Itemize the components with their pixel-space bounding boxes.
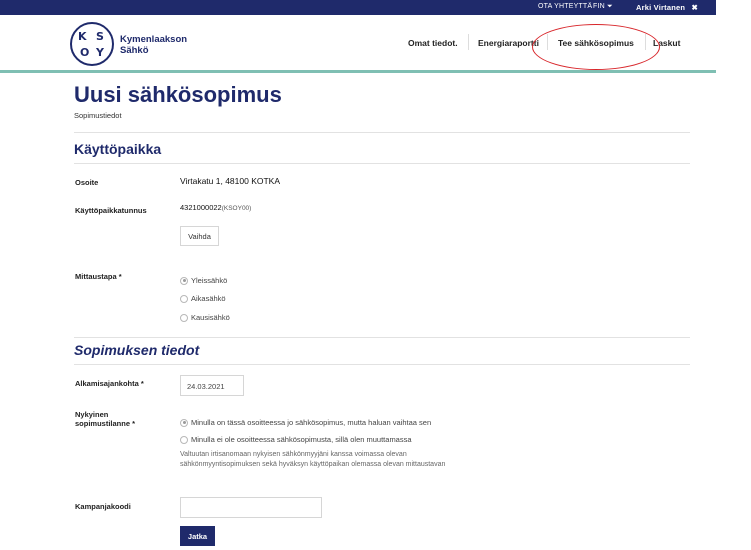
contact-link[interactable]: OTA YHTEYTTÄ [538,3,592,10]
language-selector[interactable]: FIN ⏷ [593,3,613,11]
metering-label: Mittaustapa * [75,272,122,281]
divider [74,337,690,338]
logo-letter-o: O [80,46,90,59]
radio-icon[interactable] [180,313,188,322]
contract-situation-label: Nykyinen sopimustilanne * [75,410,136,428]
usage-place-heading: Käyttöpaikka [74,141,162,157]
top-utility-bar: OTA YHTEYTTÄ FIN ⏷ Arki Virtanen ✖ [0,0,716,15]
contract-details-heading: Sopimuksen tiedot [74,342,200,358]
change-usage-place-button[interactable]: Vaihda [180,226,219,246]
nav-separator [468,34,469,50]
start-date-input[interactable]: 24.03.2021 [180,375,244,396]
situation-option-label: Minulla ei ole osoitteessa sähkösopimust… [191,435,412,444]
close-icon[interactable]: ✖ [691,3,697,12]
brand-name-line1: Kymenlaakson [120,34,188,45]
radio-selected-icon[interactable] [180,418,188,427]
metering-option-seasonal[interactable]: Kausisähkö [180,313,230,322]
usage-place-id-value: 4321000022 [180,203,222,212]
usage-place-id-label: Käyttöpaikkatunnus [75,206,147,215]
metering-option-label: Aikasähkö [191,294,226,303]
user-name: Arki Virtanen [636,3,686,12]
divider [74,132,690,133]
brand-name-line2: Sähkö [120,45,149,56]
chevron-down-icon: ⏷ [607,3,613,10]
logo-letter-y: Y [96,46,104,59]
start-date-label: Alkamisajankohta * [75,379,144,388]
metering-option-label: Yleissähkö [191,276,228,285]
logo-letter-s: S [96,30,104,43]
situation-option-switch[interactable]: Minulla on tässä osoitteessa jo sähkösop… [180,418,431,427]
metering-option-time[interactable]: Aikasähkö [180,294,226,303]
language-label: FIN [593,3,605,10]
user-menu[interactable]: Arki Virtanen ✖ [636,3,698,12]
address-label: Osoite [75,178,99,187]
highlight-annotation [532,24,660,70]
page-subtitle: Sopimustiedot [74,111,122,120]
header-accent-line [0,70,716,73]
metering-option-general[interactable]: Yleissähkö [180,276,227,285]
campaign-code-label: Kampanjakoodi [75,502,131,511]
campaign-code-input[interactable] [180,497,322,518]
authorization-note: Valtuutan irtisanomaan nykyisen sähkönmy… [180,451,446,468]
radio-icon[interactable] [180,435,188,444]
page-title: Uusi sähkösopimus [74,82,282,107]
situation-option-moving[interactable]: Minulla ei ole osoitteessa sähkösopimust… [180,435,412,444]
usage-place-id-suffix: (KSOY00) [221,205,252,212]
brand-name[interactable]: Kymenlaakson Sähkö [120,34,187,56]
logo-letter-k: K [78,30,87,43]
radio-icon[interactable] [180,294,188,303]
continue-button[interactable]: Jatka [180,526,215,546]
divider [74,364,690,365]
metering-option-label: Kausisähkö [191,313,230,322]
address-value: Virtakatu 1, 48100 KOTKA [180,176,281,186]
usage-place-id: 4321000022(KSOY00) [180,203,251,212]
divider [74,163,690,164]
nav-own-info[interactable]: Omat tiedot. [408,38,458,48]
nav-energy-report[interactable]: Energiaraportti [478,38,539,48]
situation-option-label: Minulla on tässä osoitteessa jo sähkösop… [191,418,432,427]
brand-logo-icon[interactable]: K S O Y [70,22,114,66]
radio-selected-icon[interactable] [180,276,188,285]
